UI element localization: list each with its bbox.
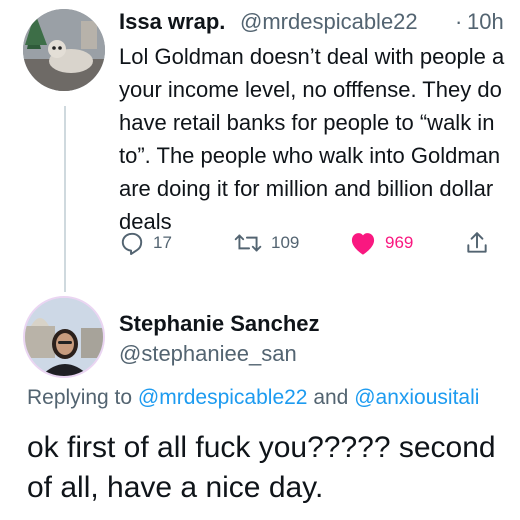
like-count: 969 (385, 233, 414, 252)
like-button[interactable]: 969 (349, 228, 413, 258)
retweet-count: 109 (271, 233, 300, 252)
retweet-button[interactable]: 109 (233, 228, 299, 258)
avatar-photo-dog (23, 9, 105, 91)
tweet-text: Lol Goldman doesn’t deal with people a y… (119, 44, 505, 234)
thread-connector-line (64, 106, 66, 292)
tweet-timestamp[interactable]: 10h (467, 9, 504, 35)
replying-mention-1[interactable]: @mrdespicable22 (138, 386, 308, 409)
reply-count: 17 (153, 233, 172, 252)
retweet-icon (234, 234, 262, 252)
reply-button[interactable]: 17 (119, 228, 172, 258)
reply-author-name[interactable]: Stephanie Sanchez (119, 311, 320, 337)
avatar[interactable] (23, 9, 105, 91)
heart-icon (351, 233, 375, 255)
author-handle[interactable]: @mrdespicable22 (240, 9, 418, 35)
share-icon (467, 232, 487, 253)
reply-text: ok first of all fuck you????? second of … (27, 431, 496, 504)
replying-and: and (313, 386, 349, 409)
replying-mention-2[interactable]: @anxiousitali (354, 386, 479, 409)
avatar-photo-person (25, 298, 103, 376)
replying-to-line: Replying to @mrdespicable22 and @anxious… (27, 386, 479, 410)
share-button[interactable] (464, 228, 490, 258)
author-name[interactable]: Issa wrap. (119, 9, 225, 35)
reply-icon (121, 232, 143, 256)
separator-dot: · (455, 9, 463, 34)
replying-prefix: Replying to (27, 386, 133, 409)
reply-author-handle[interactable]: @stephaniee_san (119, 341, 297, 367)
avatar[interactable] (23, 296, 105, 378)
